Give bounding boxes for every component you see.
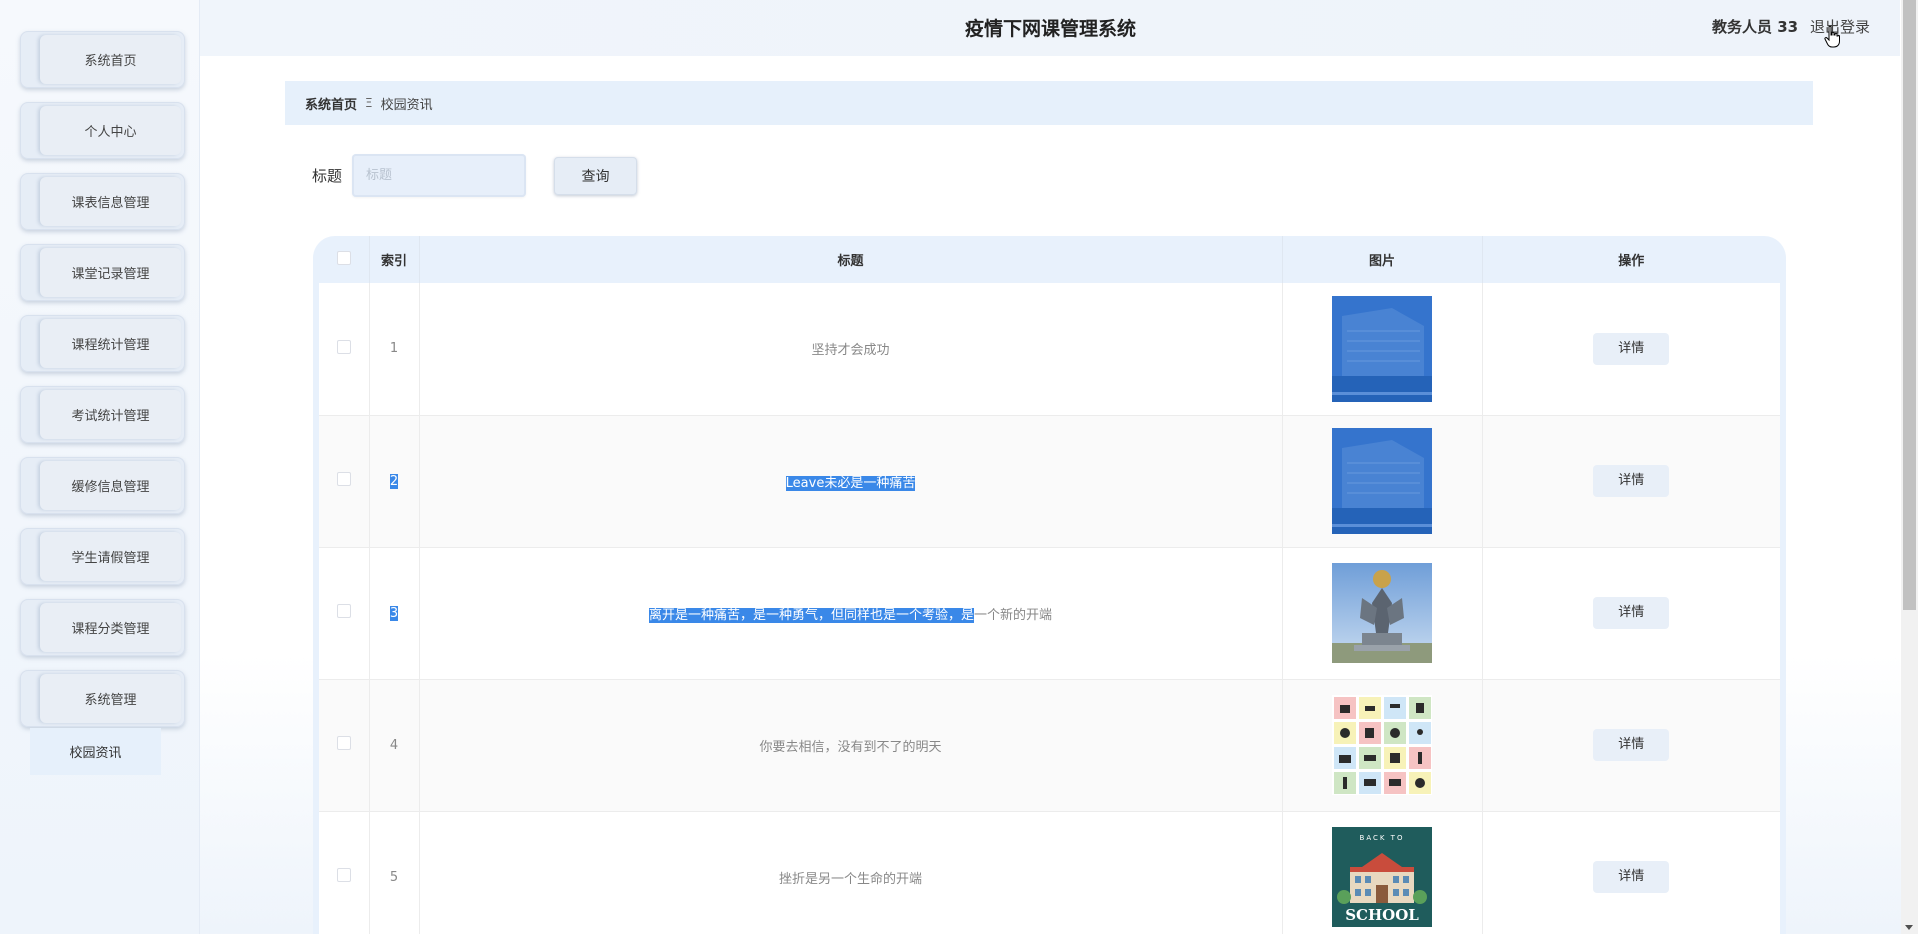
menu-item-label: 课程统计管理 [40,319,181,368]
select-all-checkbox[interactable] [336,250,351,265]
table-row: 1 坚持才会成功 详情 [319,283,1780,416]
row-image-cell [1282,283,1483,416]
row-checkbox[interactable] [336,472,351,486]
menu-item-course-category[interactable]: 课程分类管理 [20,599,185,656]
row-image-cell: BACK TO SCHOOL [1282,811,1483,934]
column-header-image: 图片 [1282,236,1483,283]
menu-item-system[interactable]: 系统管理 [20,670,185,727]
row-index: 2 [389,473,399,489]
news-table: 索引 标题 图片 操作 1 坚持才会成功 详情 2 Leave未必是一种痛苦 详… [319,236,1780,934]
table-row: 4 你要去相信，没有到不了的明天 详情 [319,679,1780,812]
column-header-action: 操作 [1618,254,1645,269]
scrollbar-thumb[interactable] [1903,0,1916,610]
breadcrumb: 系统首页 Ξ 校园资讯 [285,81,1813,125]
detail-button[interactable]: 详情 [1593,332,1670,365]
row-title: Leave未必是一种痛苦 [785,475,916,491]
row-title-cell: Leave未必是一种痛苦 [419,415,1283,548]
menu-item-label: 课表信息管理 [40,177,181,226]
education-icons-grid-image[interactable] [1332,695,1432,795]
row-title: 你要去相信，没有到不了的明天 [419,679,1283,812]
breadcrumb-home[interactable]: 系统首页 [305,94,357,113]
menu-item-class-records[interactable]: 课堂记录管理 [20,244,185,301]
menu-item-label: 考试统计管理 [40,390,181,439]
campus-building-blue-image[interactable] [1332,295,1432,402]
top-header: 疫情下网课管理系统 教务人员 33 退出登录 [200,0,1900,56]
column-header-index: 索引 [369,236,420,283]
breadcrumb-separator-icon: Ξ [365,96,373,110]
logout-link[interactable]: 退出登录 [1810,16,1870,37]
row-index: 1 [369,283,420,416]
menu-item-deferral[interactable]: 缓修信息管理 [20,457,185,514]
row-title: 挫折是另一个生命的开端 [419,811,1283,934]
sidebar: 系统首页 个人中心 课表信息管理 课堂记录管理 课程统计管理 考试统计管理 缓修… [0,0,200,934]
menu-item-label: 个人中心 [40,106,181,155]
page-scrollbar[interactable] [1901,0,1918,934]
search-button[interactable]: 查询 [554,157,637,195]
menu-item-label: 缓修信息管理 [40,461,181,510]
row-title-cell: 离开是一种痛苦，是一种勇气，但同样也是一个考验，是一个新的开端 [419,547,1283,680]
row-checkbox[interactable] [336,339,351,354]
row-checkbox[interactable] [336,868,351,882]
row-index: 5 [369,811,420,934]
row-title: 坚持才会成功 [419,283,1283,416]
row-image-cell [1282,547,1483,680]
row-index: 4 [369,679,420,812]
image-subtext: BACK TO [1360,834,1405,842]
menu-item-leave[interactable]: 学生请假管理 [20,528,185,585]
submenu-item-label: 校园资讯 [69,746,122,761]
search-label: 标题 [312,167,343,185]
back-to-school-image[interactable]: BACK TO SCHOOL [1332,827,1432,927]
menu-item-label: 课堂记录管理 [40,248,181,297]
row-image-cell [1282,679,1483,812]
detail-button[interactable]: 详情 [1593,729,1670,761]
table-row: 5 挫折是另一个生命的开端 BACK TO SCHOOL 详情 [319,811,1780,934]
submenu-item-campus-news[interactable]: 校园资讯 [30,728,161,775]
news-table-container: 索引 标题 图片 操作 1 坚持才会成功 详情 2 Leave未必是一种痛苦 详… [313,236,1786,934]
scroll-down-arrow-icon[interactable] [1905,925,1913,930]
row-title-rest: 一个新的开端 [974,607,1053,623]
campus-statue-image[interactable] [1332,563,1432,663]
menu-item-label: 学生请假管理 [40,532,181,581]
app-title: 疫情下网课管理系统 [965,18,1137,40]
image-text: SCHOOL [1345,906,1419,924]
table-row: 2 Leave未必是一种痛苦 详情 [319,415,1780,548]
detail-button[interactable]: 详情 [1593,861,1670,893]
table-row: 3 离开是一种痛苦，是一种勇气，但同样也是一个考验，是一个新的开端 详情 [319,547,1780,680]
row-checkbox[interactable] [336,604,351,618]
row-title-selected: 离开是一种痛苦，是一种勇气，但同样也是一个考验，是 [648,607,974,623]
row-image-cell [1282,415,1483,548]
menu-item-course-stats[interactable]: 课程统计管理 [20,315,185,372]
detail-button[interactable]: 详情 [1593,597,1670,629]
select-all-cell [319,236,370,283]
campus-building-blue-image[interactable] [1332,428,1432,534]
menu-item-home[interactable]: 系统首页 [20,31,185,88]
menu-item-schedule[interactable]: 课表信息管理 [20,173,185,230]
row-checkbox[interactable] [336,736,351,750]
menu-item-label: 系统首页 [40,35,181,84]
title-search-input[interactable] [352,154,526,197]
user-name: 教务人员 33 [1712,18,1799,36]
column-header-title: 标题 [419,236,1283,283]
menu-item-exam-stats[interactable]: 考试统计管理 [20,386,185,443]
row-index-cell: 3 [369,547,420,680]
detail-button[interactable]: 详情 [1593,465,1670,497]
menu-item-label: 课程分类管理 [40,603,181,652]
menu-item-label: 系统管理 [40,674,181,723]
breadcrumb-current: 校园资讯 [380,97,433,113]
table-header-row: 索引 标题 图片 操作 [319,236,1780,283]
row-index: 3 [389,605,399,621]
menu-item-personal-center[interactable]: 个人中心 [20,102,185,159]
row-index-cell: 2 [369,415,420,548]
mouse-pointer-icon [1824,25,1840,52]
